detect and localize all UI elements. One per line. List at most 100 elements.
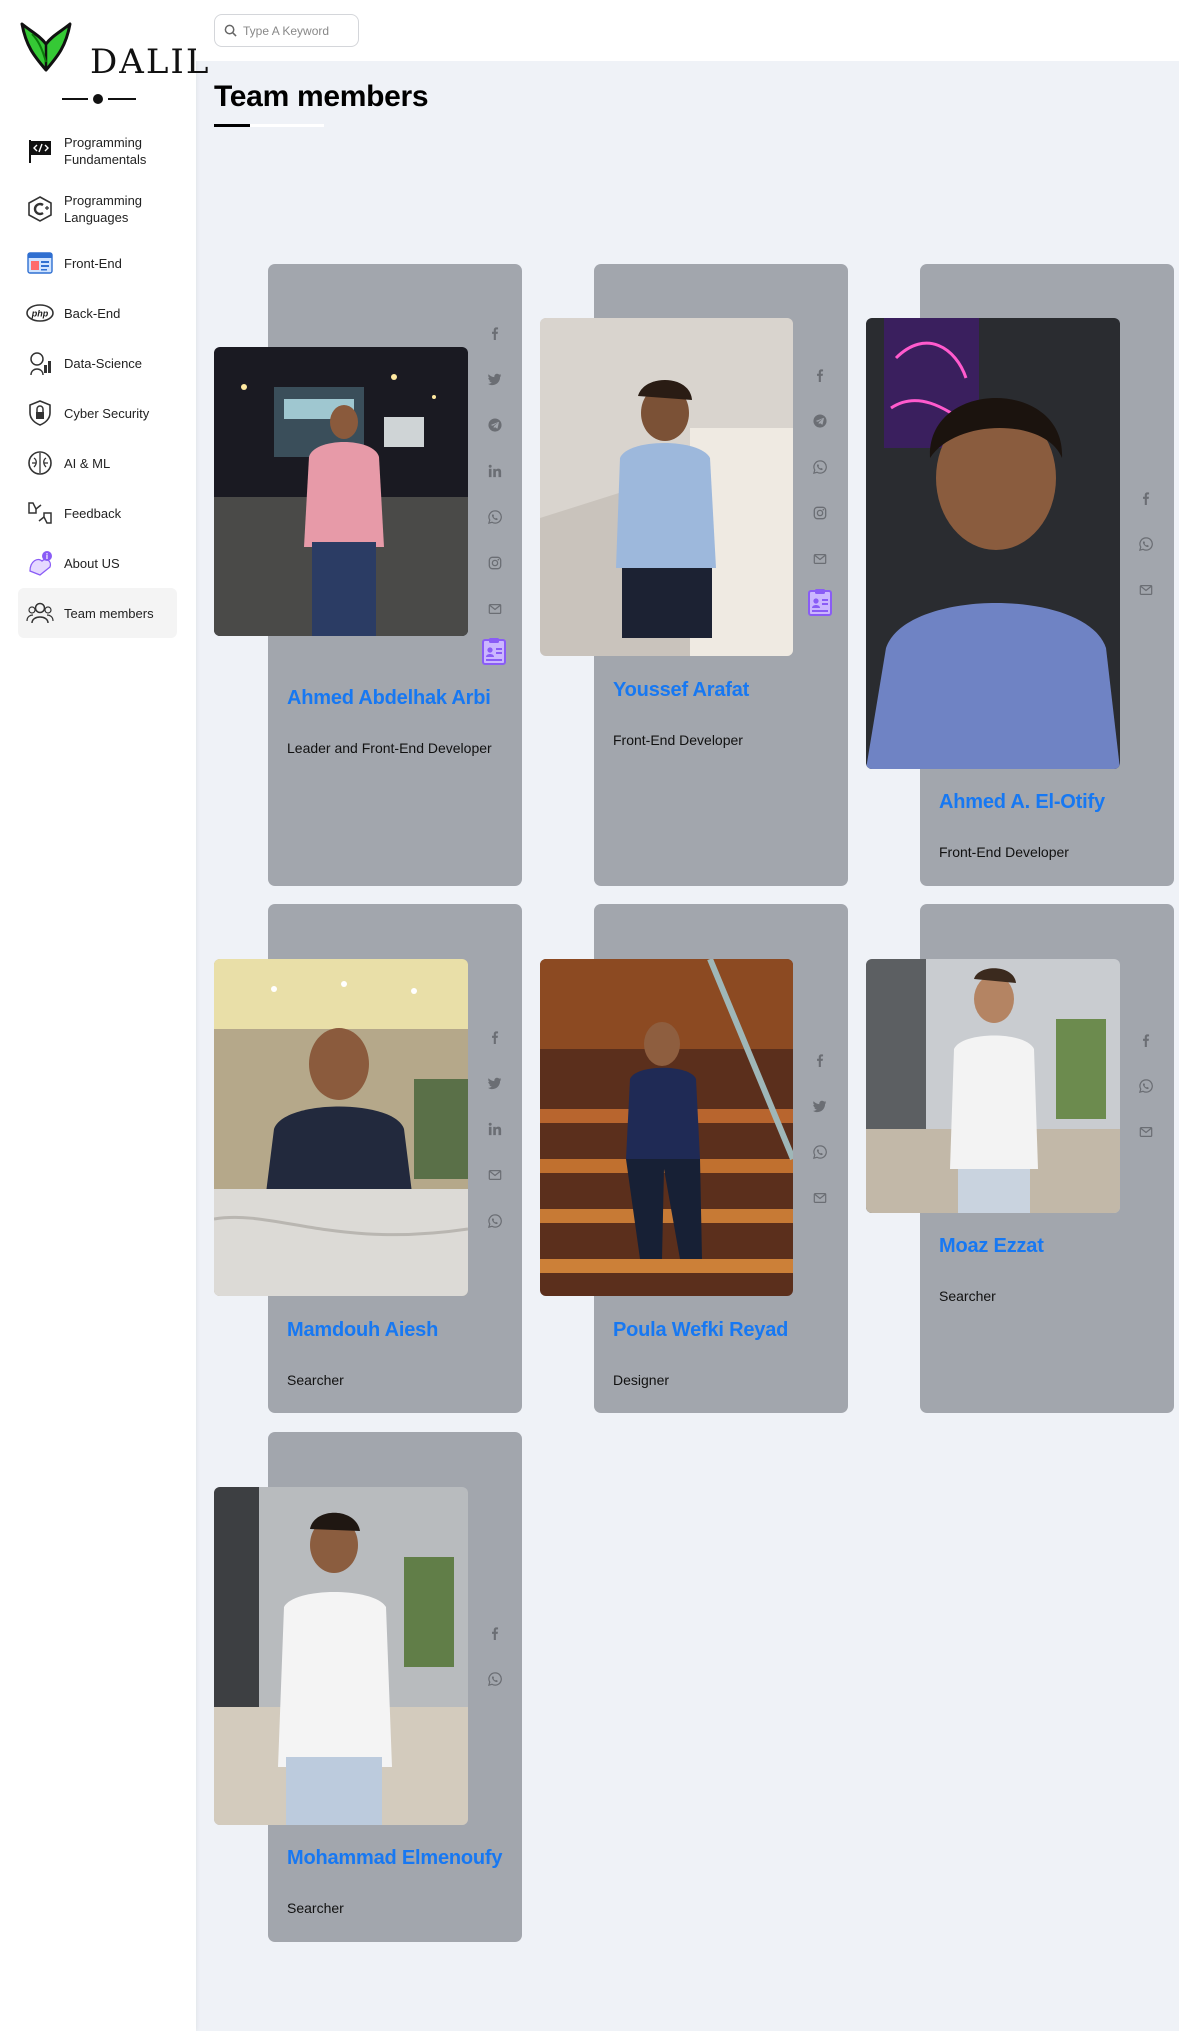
telegram-icon[interactable] [807, 398, 833, 444]
email-icon[interactable] [807, 1175, 833, 1221]
twitter-icon[interactable] [482, 356, 508, 402]
info-icon: i [26, 549, 54, 577]
social-links [482, 310, 508, 632]
data-science-icon [26, 349, 54, 377]
social-links [1133, 1017, 1159, 1155]
sidebar-item-label: Front-End [64, 255, 122, 271]
member-role: Leader and Front-End Developer [287, 740, 492, 756]
social-links [807, 352, 833, 582]
member-photo [540, 318, 793, 656]
search-box[interactable] [214, 14, 359, 47]
member-name: Mohammad Elmenoufy [287, 1847, 503, 1869]
logo-divider [62, 93, 136, 105]
facebook-icon[interactable] [1133, 475, 1159, 521]
member-name: Ahmed Abdelhak Arbi [287, 687, 491, 709]
c-language-icon [26, 195, 54, 223]
sidebar-item-back-end[interactable]: php Back-End [18, 288, 177, 338]
facebook-icon[interactable] [482, 310, 508, 356]
sidebar-item-label: Cyber Security [64, 405, 150, 421]
sidebar-item-programming-fundamentals[interactable]: Programming Fundamentals [18, 122, 177, 180]
social-links [1133, 475, 1159, 613]
member-photo [866, 959, 1120, 1213]
instagram-icon[interactable] [807, 490, 833, 536]
facebook-icon[interactable] [1133, 1017, 1159, 1063]
sidebar-item-front-end[interactable]: Front-End [18, 238, 177, 288]
facebook-icon[interactable] [482, 1610, 508, 1656]
member-role: Searcher [287, 1372, 344, 1388]
member-role: Searcher [287, 1900, 344, 1916]
brain-icon [26, 449, 54, 477]
sidebar-item-team-members[interactable]: Team members [18, 588, 177, 638]
php-icon: php [26, 299, 54, 327]
brand-name: DALIL [90, 42, 211, 82]
member-photo [214, 347, 468, 636]
member-role: Front-End Developer [939, 844, 1069, 860]
sidebar-item-ai-ml[interactable]: AI & ML [18, 438, 177, 488]
sidebar-item-programming-languages[interactable]: Programming Languages [18, 180, 177, 238]
member-role: Designer [613, 1372, 670, 1388]
whatsapp-icon[interactable] [807, 1129, 833, 1175]
sidebar-item-data-science[interactable]: Data-Science [18, 338, 177, 388]
instagram-icon[interactable] [482, 540, 508, 586]
email-icon[interactable] [482, 586, 508, 632]
linkedin-icon[interactable] [482, 1106, 508, 1152]
member-name: Poula Wefki Reyad [613, 1319, 789, 1341]
email-icon[interactable] [1133, 567, 1159, 613]
sidebar-item-label: Data-Science [64, 355, 143, 371]
member-name: Mamdouh Aiesh [287, 1319, 439, 1341]
sidebar-item-label: Team members [64, 605, 154, 621]
facebook-icon[interactable] [482, 1014, 508, 1060]
sidebar-item-label: Feedback [64, 505, 122, 521]
whatsapp-icon[interactable] [482, 1656, 508, 1702]
sidebar-item-label: AI & ML [64, 455, 111, 471]
svg-text:i: i [46, 552, 48, 561]
member-name: Youssef Arafat [613, 679, 750, 701]
whatsapp-icon[interactable] [482, 494, 508, 540]
member-photo [866, 318, 1120, 769]
top-bar [196, 0, 1179, 61]
shield-lock-icon [26, 399, 54, 427]
page-title: Team members [214, 80, 429, 113]
svg-text:php: php [31, 309, 49, 319]
email-icon[interactable] [482, 1152, 508, 1198]
facebook-icon[interactable] [807, 352, 833, 398]
sidebar-item-feedback[interactable]: Feedback [18, 488, 177, 538]
cv-icon[interactable] [481, 637, 507, 665]
sidebar-item-cyber-security[interactable]: Cyber Security [18, 388, 177, 438]
social-links [482, 1610, 508, 1702]
search-input[interactable] [243, 23, 353, 38]
social-links [482, 1014, 508, 1244]
member-role: Front-End Developer [613, 732, 743, 748]
telegram-icon[interactable] [482, 402, 508, 448]
sidebar-nav: Programming Fundamentals Programming Lan… [18, 122, 177, 638]
sidebar-item-label: About US [64, 555, 120, 571]
browser-window-icon [26, 249, 54, 277]
dalil-logo[interactable]: DALIL [18, 18, 208, 82]
member-role: Searcher [939, 1288, 996, 1304]
member-name: Ahmed A. El-Otify [939, 791, 1105, 813]
email-icon[interactable] [807, 536, 833, 582]
search-icon [224, 24, 237, 37]
whatsapp-icon[interactable] [482, 1198, 508, 1244]
facebook-icon[interactable] [807, 1037, 833, 1083]
code-flag-icon [26, 137, 54, 165]
cv-icon[interactable] [807, 588, 833, 616]
whatsapp-icon[interactable] [1133, 521, 1159, 567]
leaf-logo-icon [20, 22, 72, 72]
member-name: Moaz Ezzat [939, 1235, 1044, 1257]
whatsapp-icon[interactable] [807, 444, 833, 490]
twitter-icon[interactable] [807, 1083, 833, 1129]
twitter-icon[interactable] [482, 1060, 508, 1106]
member-photo [214, 1487, 468, 1825]
linkedin-icon[interactable] [482, 448, 508, 494]
sidebar: DALIL Programming Fundamentals Programmi… [0, 0, 208, 2031]
sidebar-item-label: Programming Fundamentals [64, 135, 147, 167]
sidebar-item-label: Programming Languages [64, 193, 143, 225]
member-photo [214, 959, 468, 1296]
member-photo [540, 959, 793, 1296]
title-underline [214, 124, 324, 127]
email-icon[interactable] [1133, 1109, 1159, 1155]
whatsapp-icon[interactable] [1133, 1063, 1159, 1109]
thumbs-icon [26, 499, 54, 527]
sidebar-item-about-us[interactable]: i About US [18, 538, 177, 588]
